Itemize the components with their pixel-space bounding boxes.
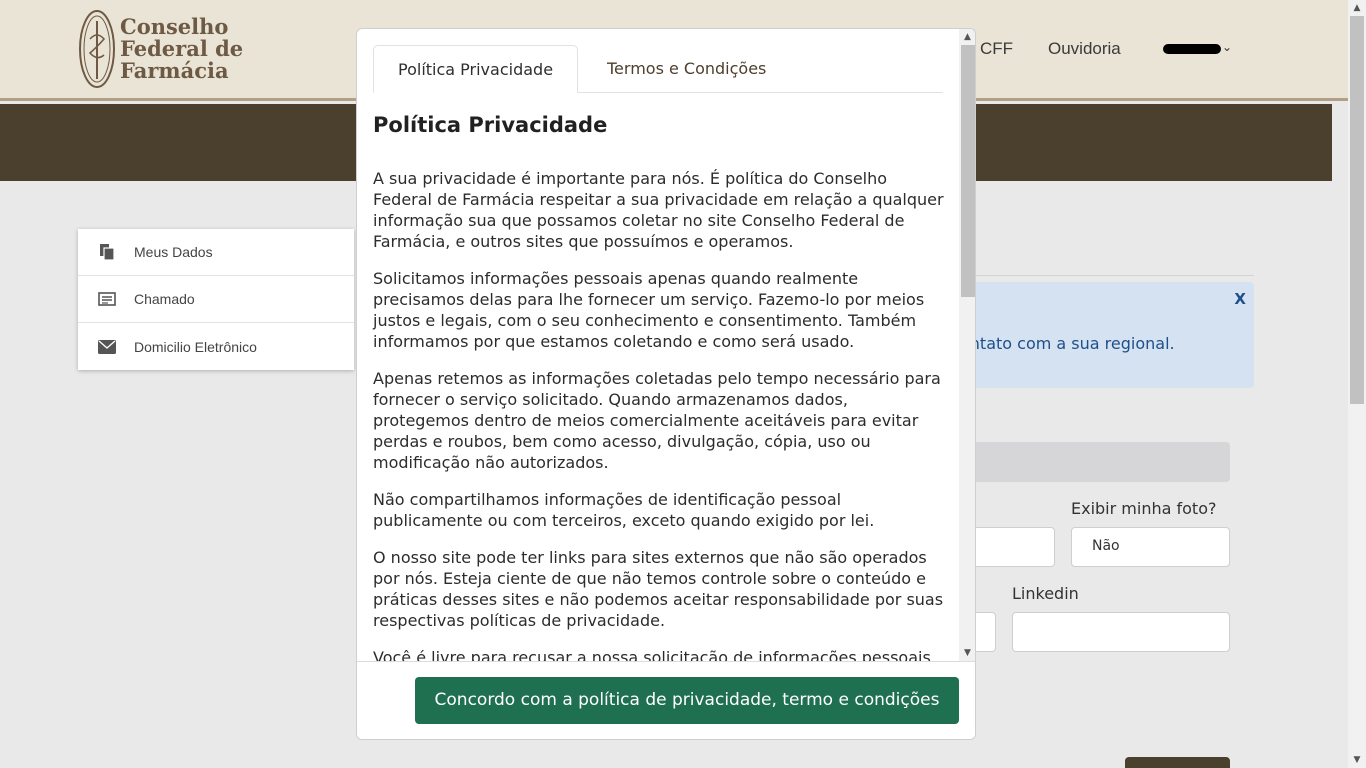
page-scrollbar[interactable]: ▲ ▼ <box>1348 0 1366 768</box>
form-field-partial[interactable] <box>976 527 1055 567</box>
section-bar <box>976 442 1230 482</box>
linkedin-input[interactable] <box>1012 612 1230 652</box>
form-field-partial-2[interactable] <box>976 612 996 652</box>
logo-line-1: Conselho <box>120 14 229 39</box>
scroll-down-arrow-icon[interactable]: ▼ <box>1348 752 1366 768</box>
policy-paragraph: A sua privacidade é importante para nós.… <box>373 169 944 251</box>
agree-button[interactable]: Concordo com a política de privacidade, … <box>415 677 959 724</box>
modal-heading: Política Privacidade <box>373 113 608 137</box>
policy-paragraph: Não compartilhamos informações de identi… <box>373 490 875 530</box>
cff-emblem-icon <box>79 10 115 88</box>
policy-paragraph: Solicitamos informações pessoais apenas … <box>373 269 925 351</box>
modal-scrollbar[interactable]: ▲ ▼ <box>959 29 975 661</box>
nav-ouvidoria[interactable]: Ouvidoria <box>1048 39 1121 59</box>
scroll-up-arrow-icon[interactable]: ▲ <box>959 29 975 45</box>
logo-line-2: Federal de <box>120 36 244 61</box>
alert-message: ontato com a sua regional. <box>960 334 1175 353</box>
chevron-down-icon[interactable]: ⌄ <box>1222 40 1232 54</box>
sidebar-menu: Meus Dados Chamado Domicilio Eletrônico <box>78 229 354 370</box>
sidebar-item-meus-dados[interactable]: Meus Dados <box>78 229 354 276</box>
page-scrollbar-thumb[interactable] <box>1350 16 1364 404</box>
modal-footer: Concordo com a política de privacidade, … <box>357 661 975 739</box>
scroll-down-arrow-icon[interactable]: ▼ <box>959 645 975 661</box>
sidebar-item-label: Meus Dados <box>134 244 213 260</box>
nav-cff[interactable]: CFF <box>980 39 1013 59</box>
envelope-icon <box>98 338 116 356</box>
sidebar-item-chamado[interactable]: Chamado <box>78 276 354 323</box>
modal-tabs: Política Privacidade Termos e Condições <box>373 45 943 93</box>
tab-termos-condicoes[interactable]: Termos e Condições <box>583 45 790 93</box>
content-divider <box>976 275 1254 276</box>
tab-politica-privacidade[interactable]: Política Privacidade <box>373 45 579 93</box>
label-linkedin: Linkedin <box>1012 584 1079 603</box>
modal-scrollbar-thumb[interactable] <box>961 45 975 297</box>
alert-close-button[interactable]: X <box>1234 290 1246 308</box>
privacy-modal: Política Privacidade Termos e Condições … <box>356 28 976 740</box>
logo-line-3: Farmácia <box>120 58 229 83</box>
modal-body: Política Privacidade Termos e Condições … <box>357 29 959 661</box>
documents-icon <box>98 243 116 261</box>
exibir-foto-select[interactable]: Não <box>1071 527 1230 567</box>
card-list-icon <box>98 290 116 308</box>
policy-paragraph: Apenas retemos as informações coletadas … <box>373 369 941 472</box>
policy-paragraph: O nosso site pode ter links para sites e… <box>373 548 944 630</box>
user-menu-redacted[interactable] <box>1163 44 1221 54</box>
info-alert: ontato com a sua regional. X <box>960 282 1254 388</box>
form-action-button[interactable] <box>1125 757 1230 768</box>
scroll-up-arrow-icon[interactable]: ▲ <box>1348 0 1366 16</box>
sidebar-item-label: Domicilio Eletrônico <box>134 338 257 355</box>
sidebar-item-label: Chamado <box>134 291 195 307</box>
privacy-policy-text: A sua privacidade é importante para nós.… <box>373 168 945 661</box>
cff-logo[interactable]: Conselho Federal de Farmácia <box>78 9 243 89</box>
policy-paragraph: Você é livre para recusar a nossa solici… <box>373 648 936 661</box>
label-exibir-foto: Exibir minha foto? <box>1071 499 1217 518</box>
sidebar-item-domicilio-eletronico[interactable]: Domicilio Eletrônico <box>78 323 354 370</box>
